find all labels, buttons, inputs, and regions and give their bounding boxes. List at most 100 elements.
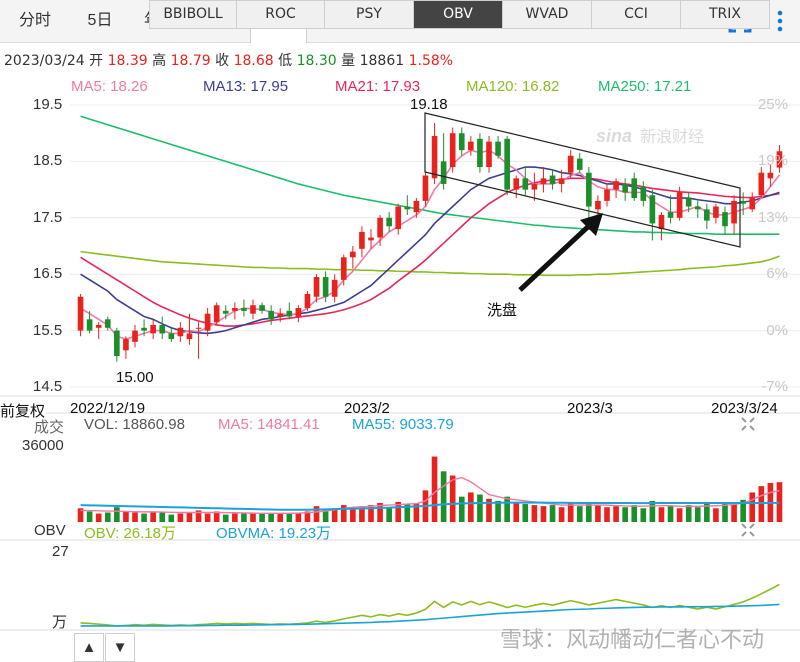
volume-bar — [631, 505, 638, 522]
candle-body — [513, 178, 520, 190]
volume-bar — [468, 492, 474, 522]
volume-bar — [386, 508, 392, 522]
volume-bar — [132, 512, 138, 522]
volume-bar — [95, 513, 102, 522]
candle-body — [658, 214, 665, 230]
volume-bar — [667, 506, 674, 522]
price-tick-label: 16.5 — [33, 265, 63, 283]
volume-bar — [150, 511, 156, 522]
volume-bar — [549, 505, 556, 522]
candle-body — [259, 305, 265, 311]
candle-body — [277, 313, 284, 317]
candle-body — [222, 310, 229, 314]
tab-obv[interactable]: OBV — [413, 0, 503, 29]
candle-body — [204, 313, 211, 331]
candle-body — [331, 279, 338, 297]
sina-logo-text: 新浪财经 — [640, 128, 704, 146]
candle-body — [132, 330, 138, 342]
candle-body — [395, 206, 402, 230]
candle-body — [431, 136, 438, 179]
volume-ma-lines — [80, 476, 780, 515]
tab-cci[interactable]: CCI — [591, 0, 681, 29]
ma5-line — [80, 149, 781, 340]
volume-bar — [522, 504, 529, 522]
volume-bar — [694, 507, 701, 522]
candle-body — [758, 172, 765, 196]
candle-body — [540, 178, 547, 184]
candle-body — [186, 333, 193, 340]
tab-roc[interactable]: ROC — [236, 0, 325, 29]
candle-body — [141, 327, 147, 331]
candle-body — [86, 319, 93, 331]
tab-trix[interactable]: TRIX — [680, 0, 770, 29]
indicator-down-button[interactable]: ▼ — [105, 633, 135, 662]
candle-body — [422, 175, 429, 201]
volume-bar — [186, 512, 193, 522]
candle-body — [595, 200, 601, 210]
candle-body — [731, 200, 737, 224]
volume-bar — [685, 505, 692, 522]
candle-body — [386, 217, 392, 227]
price-tick-label: 14.5 — [33, 378, 63, 395]
date-label: 2023/3/24 — [711, 400, 778, 417]
volume-bar — [540, 506, 547, 522]
volume-bar — [731, 503, 737, 522]
volume-bar — [576, 506, 583, 522]
volume-settings-icon[interactable] — [740, 416, 756, 436]
ma5-series — [80, 149, 781, 340]
volume-bar — [222, 514, 229, 522]
tab-wvad[interactable]: WVAD — [502, 0, 592, 29]
percent-tick-label: 13% — [757, 208, 788, 226]
obvma-legend: OBVMA: 19.23万 — [216, 525, 332, 542]
candle-body — [631, 178, 638, 199]
obv-unit-label: 万 — [52, 614, 68, 631]
volume-bar — [114, 507, 120, 522]
candle-body — [213, 305, 220, 323]
xueqiu-watermark: 雪球：风动幡动仁者心不动 — [500, 627, 765, 652]
price-tick-label: 19.5 — [33, 96, 63, 113]
date-label: 2022/12/19 — [70, 400, 146, 417]
candle-body — [95, 324, 102, 328]
candle-body — [368, 237, 374, 241]
obv-settings-icon[interactable] — [740, 522, 756, 542]
volume-bar — [123, 511, 129, 522]
volume-bar — [232, 513, 238, 522]
volume-bar — [640, 508, 647, 522]
candle-body — [586, 172, 592, 207]
candle-body — [567, 155, 574, 173]
volume-bar — [268, 513, 274, 522]
candle-body — [250, 305, 256, 314]
percent-tick-label: 25% — [757, 96, 788, 113]
vol-ma5-legend: MA5: 14841.41 — [218, 416, 320, 433]
ma21-line — [80, 177, 780, 327]
tab-bbiboll[interactable]: BBIBOLL — [149, 0, 237, 29]
candle-body — [613, 181, 619, 190]
candle-body — [713, 206, 719, 218]
volume-bar — [558, 507, 565, 522]
candle-body — [359, 231, 365, 249]
candle-body — [295, 308, 302, 317]
price-tick-label: 17.5 — [33, 208, 63, 226]
volume-bar — [749, 492, 756, 522]
volume-max-label: 36000 — [22, 437, 64, 454]
candle-body — [241, 308, 247, 311]
volume-bar — [676, 508, 683, 522]
volume-bar — [531, 505, 538, 522]
indicator-up-button[interactable]: ▲ — [74, 633, 104, 662]
obv-lines — [80, 583, 780, 627]
tab-psy[interactable]: PSY — [324, 0, 414, 29]
candle-body — [522, 178, 529, 190]
kline-chart[interactable]: sina 新浪财经 — [0, 0, 800, 661]
volume-bar — [495, 500, 501, 522]
candle-body — [722, 212, 728, 227]
percent-tick-label: 0% — [766, 321, 788, 339]
date-label: 2023/3 — [567, 400, 613, 417]
volume-bar — [658, 507, 665, 522]
low-annotation: 15.00 — [116, 369, 154, 386]
obv-panel-label: OBV — [34, 522, 66, 539]
high-annotation: 19.18 — [410, 96, 448, 113]
price-tick-label: 18.5 — [33, 152, 63, 170]
candle-body — [195, 327, 202, 329]
volume-bar — [567, 503, 574, 522]
candle-body — [440, 161, 447, 184]
